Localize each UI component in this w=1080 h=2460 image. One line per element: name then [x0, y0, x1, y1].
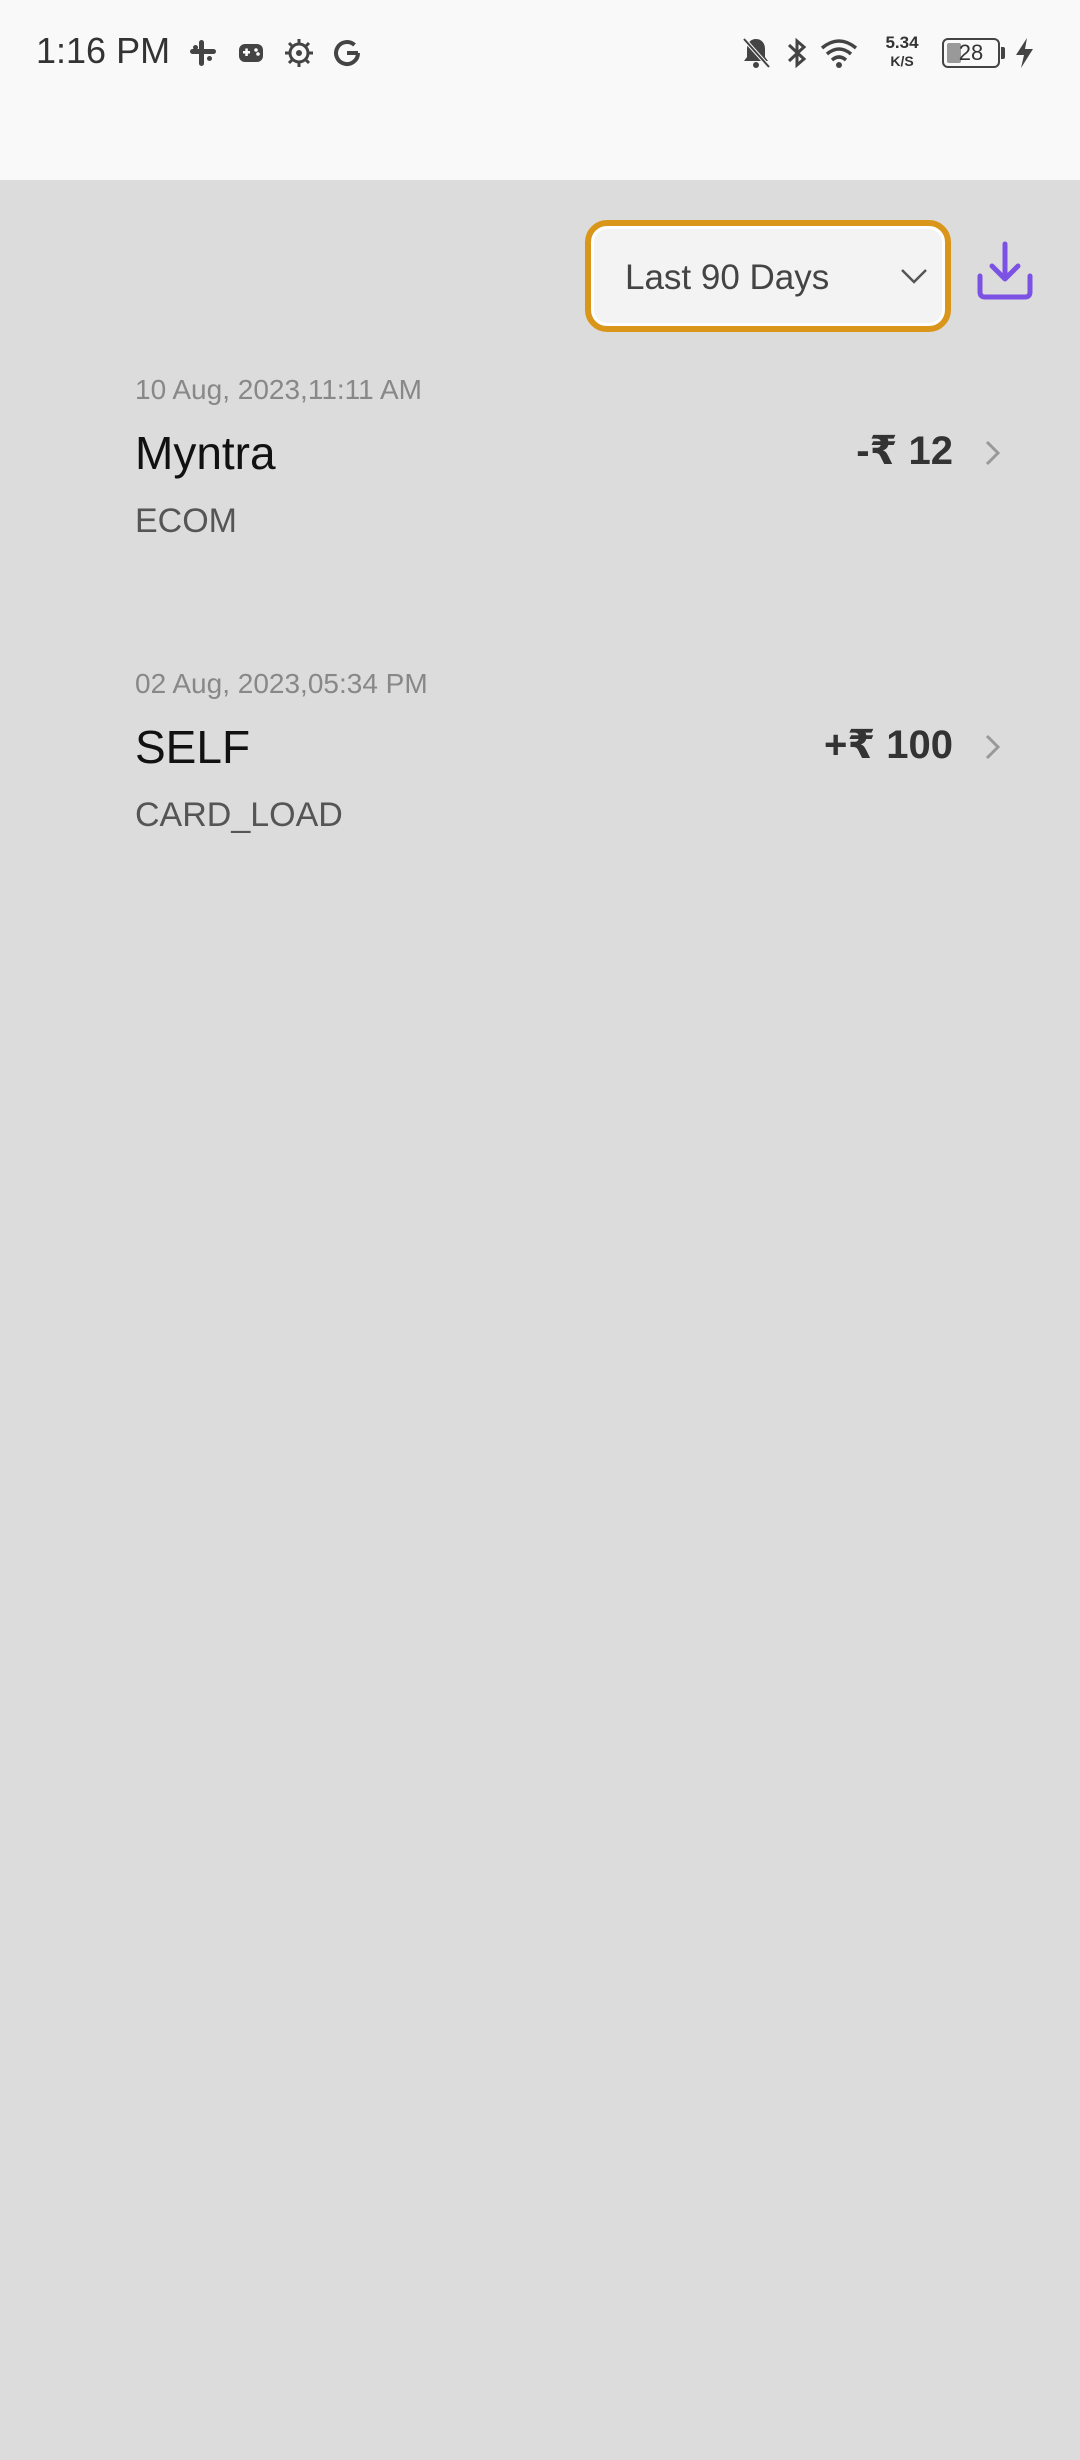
charging-icon: [1012, 36, 1036, 75]
transaction-type: CARD_LOAD: [135, 796, 343, 834]
battery-icon: 28: [942, 38, 1000, 68]
transaction-amount: +₹ 100: [823, 723, 953, 767]
slack-icon: [186, 36, 220, 70]
settings-gear-icon: [282, 36, 316, 70]
transaction-amount: -₹ 12: [856, 429, 953, 473]
download-icon: [975, 241, 1035, 306]
chevron-down-icon: [899, 264, 929, 288]
status-right-icons: 5.34 K/S 28: [740, 32, 1080, 76]
game-controller-icon: [234, 36, 268, 70]
status-bar: 1:16 PM 5.34 K/S 28: [0, 0, 1080, 180]
chevron-right-icon: [981, 436, 1005, 470]
status-time: 1:16 PM: [36, 30, 171, 71]
wifi-icon: [820, 36, 858, 75]
transaction-date: 02 Aug, 2023,05:34 PM: [135, 668, 428, 699]
battery-level: 28: [958, 40, 984, 65]
transaction-row[interactable]: 10 Aug, 2023,11:11 AM Myntra ECOM -₹ 12: [135, 374, 1005, 574]
date-range-dropdown[interactable]: Last 90 Days: [585, 220, 951, 332]
transaction-row[interactable]: 02 Aug, 2023,05:34 PM SELF CARD_LOAD +₹ …: [135, 668, 1005, 868]
network-speed: 5.34 K/S: [885, 33, 919, 70]
chevron-right-icon: [981, 730, 1005, 764]
date-range-selected: Last 90 Days: [625, 258, 830, 297]
google-icon: [330, 36, 364, 70]
notifications-off-icon: [740, 36, 772, 75]
transaction-type: ECOM: [135, 502, 237, 540]
bluetooth-icon: [784, 36, 810, 75]
download-button[interactable]: [975, 240, 1035, 302]
transaction-date: 10 Aug, 2023,11:11 AM: [135, 374, 422, 405]
status-left-icons: [186, 36, 364, 70]
transaction-merchant: Myntra: [135, 427, 276, 479]
transaction-merchant: SELF: [135, 721, 251, 773]
